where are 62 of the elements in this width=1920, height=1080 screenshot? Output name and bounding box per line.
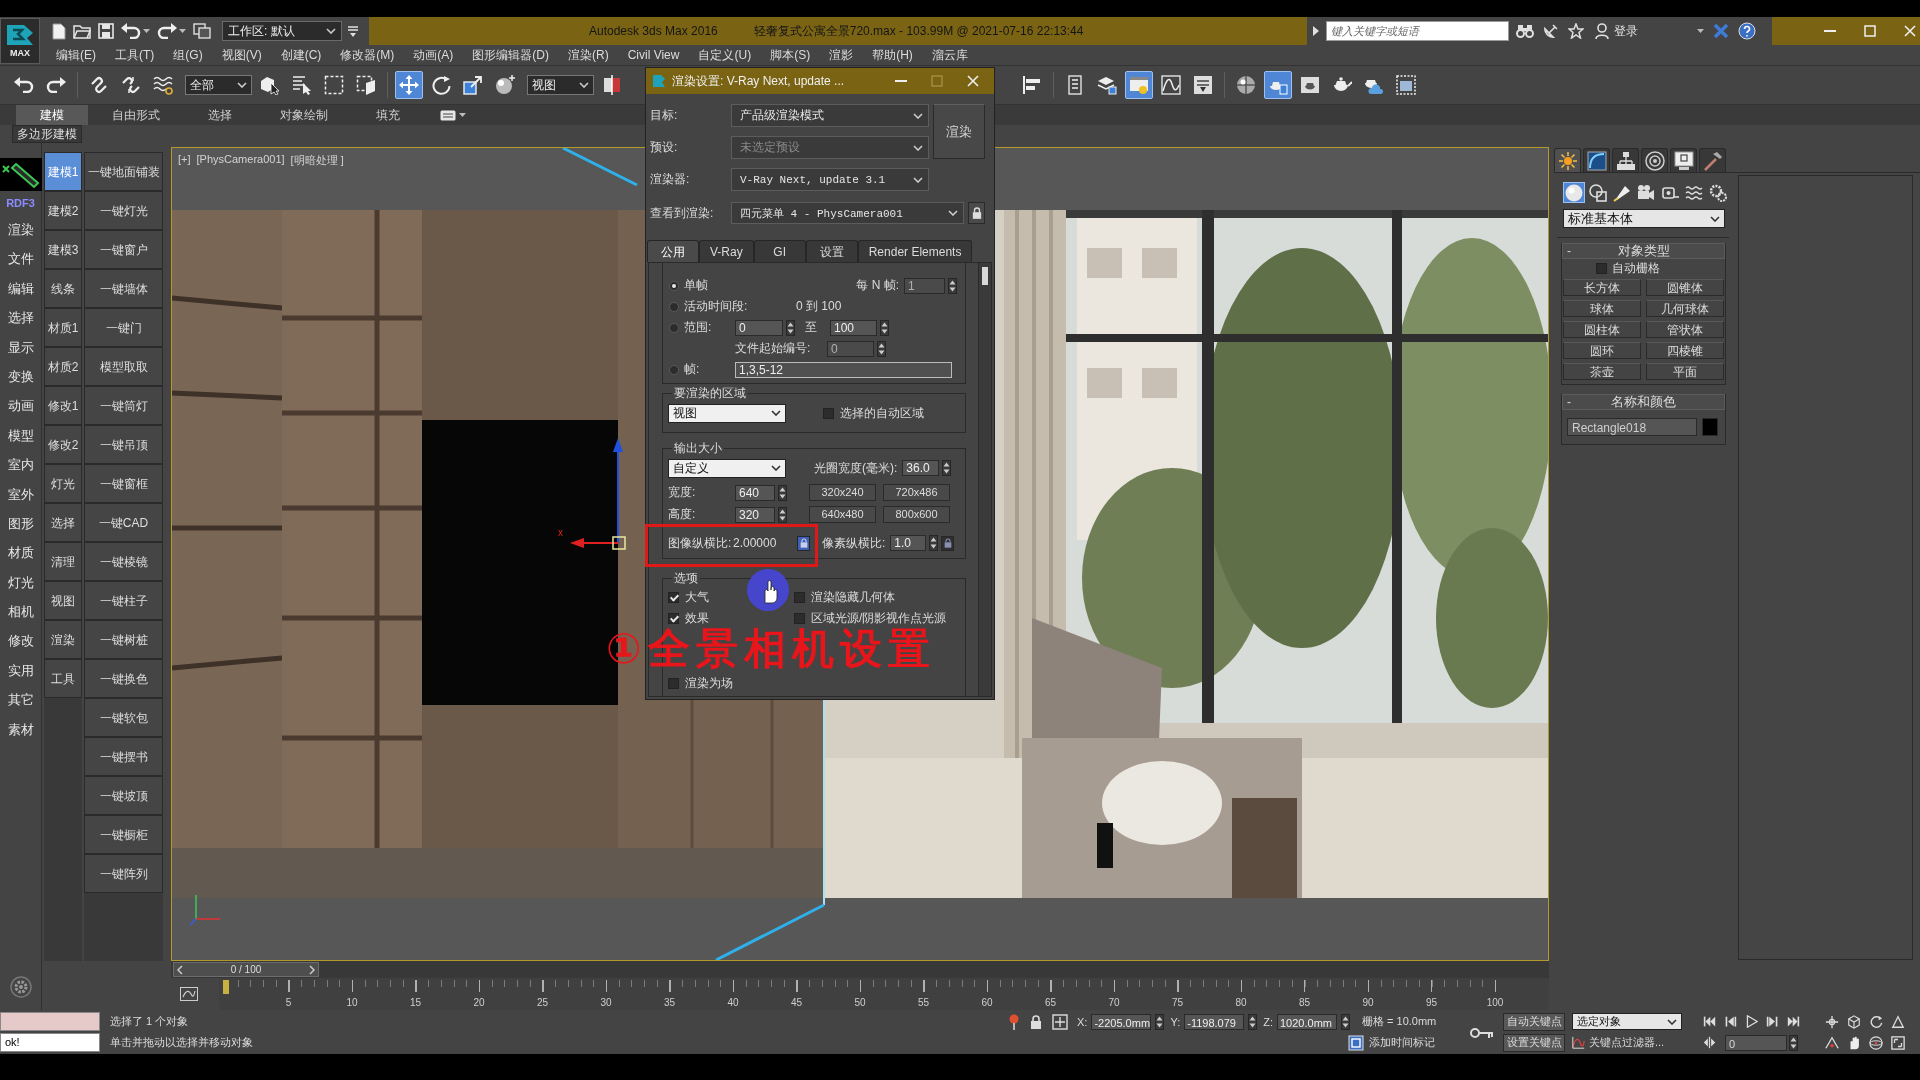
field-label: 宽度: <box>668 484 697 501</box>
group-title: 输出大小 <box>673 441 723 455</box>
field-label: 目标: <box>650 107 679 124</box>
frame-tick-label: 30 <box>599 997 613 1009</box>
field-label: 文件起始编号: <box>735 340 812 357</box>
rollout-title: 名称和颜色 <box>1610 393 1677 411</box>
frame-tick-label: 55 <box>916 997 931 1009</box>
image-aspect-value: 2.00000 <box>733 536 778 550</box>
frame-tick-label: 45 <box>789 997 804 1009</box>
app-title: Autodesk 3ds Max 2016 <box>589 24 718 38</box>
frame-tick-label: 20 <box>472 997 486 1009</box>
field-label: 图像纵横比: <box>668 534 733 552</box>
dialog-title: 渲染设置: V-Ray Next, update ... <box>672 72 846 90</box>
frame-tick-label: 10 <box>345 997 359 1009</box>
frame-tick-label: 95 <box>1424 997 1439 1009</box>
frame-tick-label: 40 <box>726 997 740 1009</box>
active-segment-text: 0 到 100 <box>796 298 842 315</box>
field-label: 查看到渲染: <box>650 204 715 222</box>
radio-label: 范围: <box>684 319 713 336</box>
group-title: 要渲染的区域 <box>673 386 747 400</box>
frame-tick-label: 5 <box>284 997 293 1009</box>
coordinate-axis-label: X: <box>1077 1015 1088 1028</box>
prompt-message: 单击并拖动以选择并移动对象 <box>110 1035 254 1050</box>
grid-spacing-field: 栅格 = 10.0mm <box>1362 1014 1457 1029</box>
group-title: 选项 <box>673 571 699 585</box>
coordinate-axis-label: Z: <box>1263 1015 1273 1028</box>
field-label: 预设: <box>650 139 679 156</box>
frame-tick-label: 15 <box>408 997 423 1009</box>
frame-tick-label: 85 <box>1297 997 1312 1009</box>
radio-label: 帧: <box>684 361 701 378</box>
frame-tick-label: 25 <box>535 997 550 1009</box>
frame-tick-label: 35 <box>662 997 677 1009</box>
checkbox-label: 自动栅格 <box>1612 259 1660 277</box>
radio-label: 单帧 <box>684 277 708 294</box>
frame-tick-label: 100 <box>1485 997 1505 1009</box>
status-message: 选择了 1 个对象 <box>110 1014 190 1029</box>
field-label: 高度: <box>668 506 697 523</box>
frame-tick-label: 70 <box>1107 997 1121 1009</box>
radio-label: 活动时间段: <box>684 298 749 315</box>
gizmo-axis-label: x <box>558 528 563 538</box>
rollout-title: 对象类型 <box>1616 242 1671 260</box>
frame-tick-label: 50 <box>853 997 867 1009</box>
checkbox-label: 区域光源/阴影视作点光源 <box>811 610 947 627</box>
frame-tick-label: 65 <box>1043 997 1058 1009</box>
frame-tick-label: 90 <box>1361 997 1375 1009</box>
checkbox-label: 渲染为场 <box>685 675 733 692</box>
range-to-label: 至 <box>805 319 817 336</box>
frame-tick-label: 60 <box>980 997 994 1009</box>
checkbox-label: 选择的自动区域 <box>840 404 924 422</box>
frame-tick-label: 75 <box>1170 997 1185 1009</box>
field-label: 渲染器: <box>650 171 691 188</box>
field-label: 像素纵横比: <box>822 534 886 552</box>
frame-tick-label: 80 <box>1234 997 1248 1009</box>
checkbox-label: 效果 <box>685 610 709 627</box>
checkbox-label: 大气 <box>685 589 709 606</box>
field-label: 每 N 帧: <box>856 277 899 294</box>
field-label: 光圈宽度(毫米): <box>814 459 898 477</box>
checkbox-label: 渲染隐藏几何体 <box>811 589 895 606</box>
coordinate-axis-label: Y: <box>1170 1015 1181 1028</box>
document-title: 轻奢复式公寓全景720.max - 103.99M @ 2021-07-16 22:13:44 <box>753 22 1084 40</box>
frame-position: 0 / 100 <box>230 964 262 975</box>
plugin-header: RDF3 <box>6 196 35 211</box>
